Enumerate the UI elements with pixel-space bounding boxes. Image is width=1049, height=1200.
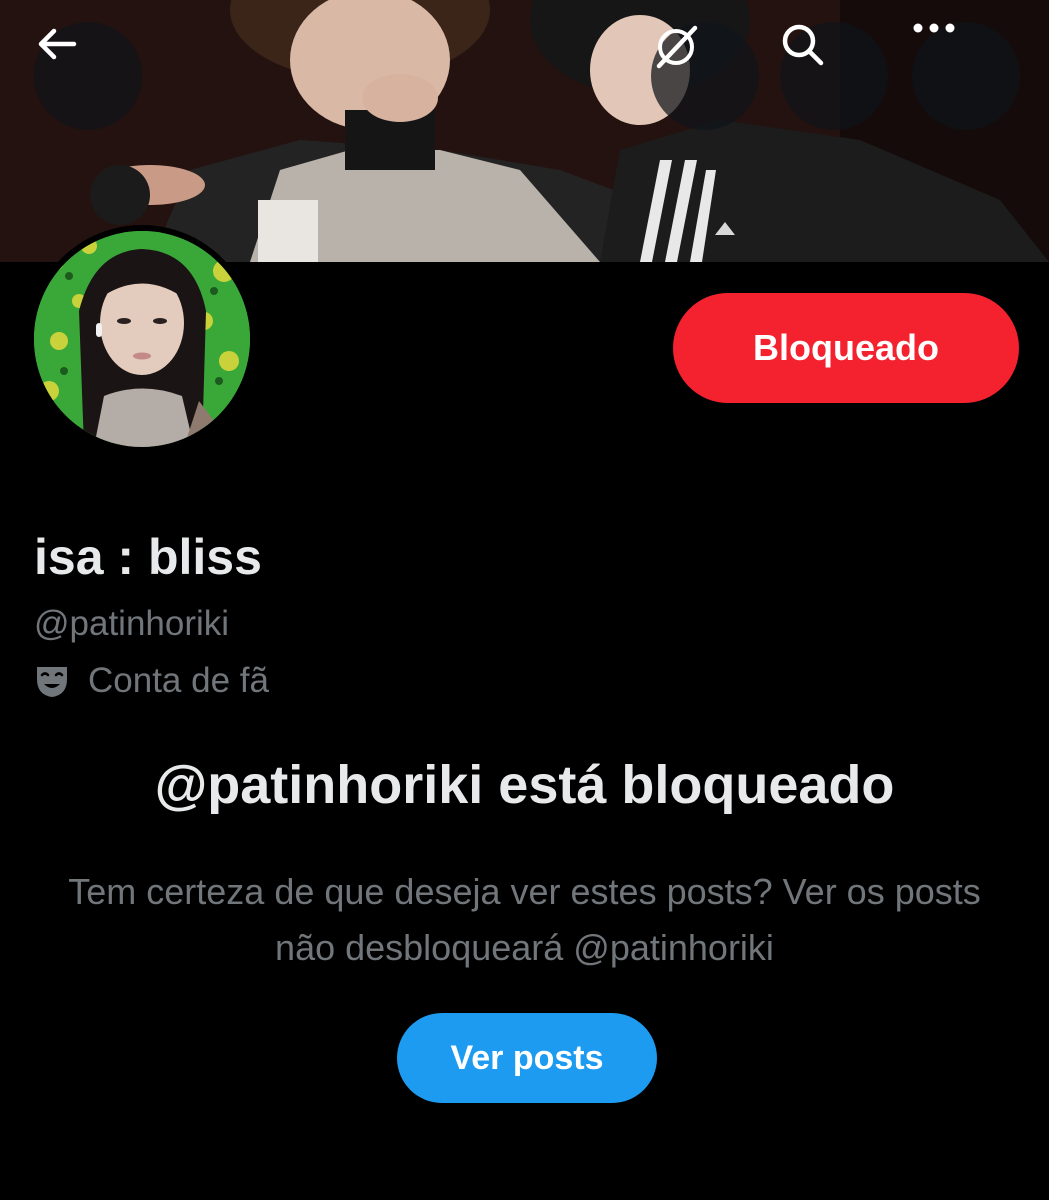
view-posts-label: Ver posts (450, 1038, 604, 1077)
grok-button[interactable] (651, 22, 759, 130)
display-name: isa : bliss (34, 529, 262, 585)
blocked-button[interactable]: Bloqueado (673, 293, 1019, 403)
search-icon (782, 24, 824, 66)
theater-mask-icon (37, 667, 67, 697)
profile-category: Conta de fã (34, 659, 269, 703)
user-handle: @patinhoriki (34, 604, 230, 643)
blocked-notice-title: @patinhoriki está bloqueado (154, 755, 895, 815)
more-dots-icon (913, 23, 955, 33)
blocked-button-label: Bloqueado (753, 327, 939, 368)
more-button[interactable] (912, 22, 1020, 130)
banner-photo (0, 0, 1049, 262)
avatar-photo (34, 231, 250, 447)
grok-icon (656, 25, 698, 69)
profile-banner[interactable] (0, 0, 1049, 262)
blocked-notice-description: Tem certeza de que deseja ver estes post… (68, 871, 981, 968)
search-button[interactable] (780, 22, 888, 130)
arrow-left-icon (38, 28, 77, 60)
view-posts-button[interactable]: Ver posts (397, 1013, 657, 1103)
profile-category-label: Conta de fã (88, 661, 269, 700)
avatar[interactable] (28, 225, 256, 453)
back-button[interactable] (34, 22, 142, 130)
profile-page: Bloqueado isa : bliss @patinhoriki Conta… (0, 0, 1049, 1200)
